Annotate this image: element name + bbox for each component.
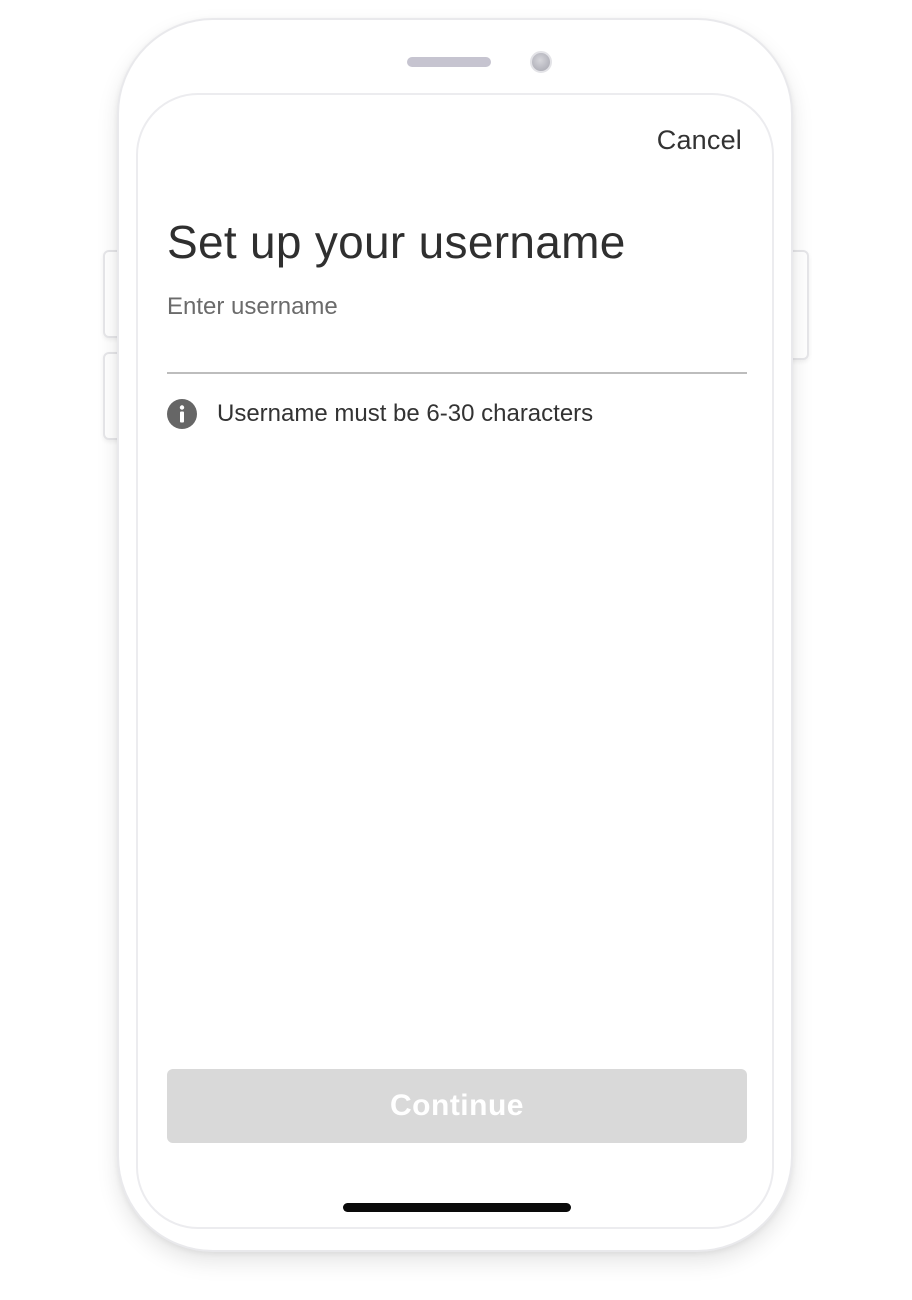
device-frame-stage: Cancel Set up your username Enter userna… <box>0 0 912 1300</box>
home-indicator <box>343 1203 571 1212</box>
username-field-label: Enter username <box>167 293 338 320</box>
speaker-grille <box>407 57 491 67</box>
info-icon <box>167 399 197 429</box>
username-input[interactable] <box>167 330 747 374</box>
page-title: Set up your username <box>167 216 626 268</box>
hint-text: Username must be 6-30 characters <box>217 400 594 427</box>
continue-button[interactable]: Continue <box>167 1069 747 1143</box>
phone-screen: Cancel Set up your username Enter userna… <box>136 93 774 1229</box>
front-camera <box>530 51 552 73</box>
username-requirement-hint: Username must be 6-30 characters <box>167 399 593 429</box>
cancel-button[interactable]: Cancel <box>657 125 742 156</box>
